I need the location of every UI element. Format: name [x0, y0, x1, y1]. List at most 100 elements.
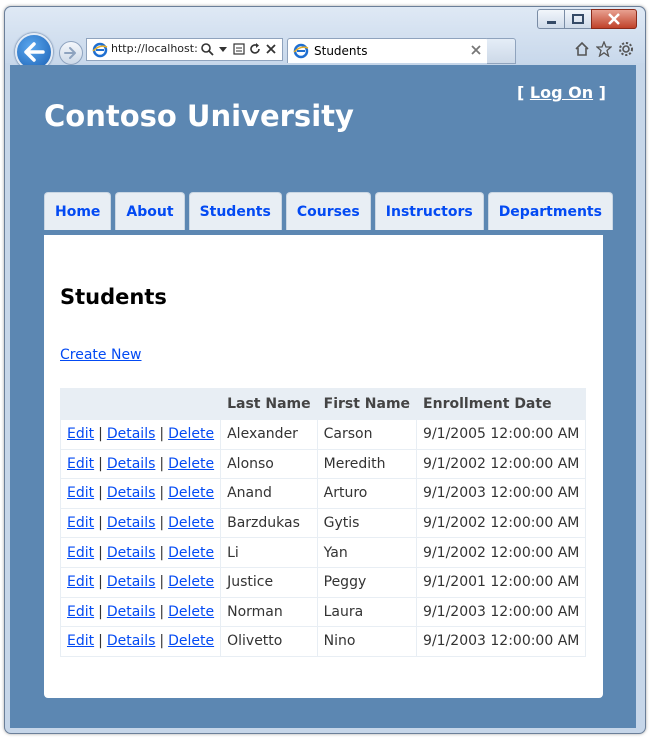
table-row: Edit | Details | Delete Alonso Meredith 9/1/… — [59, 448, 587, 480]
ie-logo-icon — [293, 43, 309, 59]
menu-item-students[interactable]: Students — [188, 192, 282, 230]
menu-item-departments[interactable]: Departments — [487, 192, 613, 230]
delete-link[interactable]: Delete — [168, 485, 214, 501]
row-actions: Edit | Details | Delete — [59, 596, 222, 628]
refresh-icon[interactable] — [247, 41, 263, 57]
address-text: http://localhost: — [111, 42, 198, 55]
edit-link[interactable]: Edit — [67, 633, 94, 649]
last-name-cell: Barzdukas — [220, 507, 318, 539]
logon-bracket-close: ] — [598, 83, 606, 102]
action-separator: | — [159, 515, 165, 532]
action-separator: | — [98, 544, 103, 561]
action-separator: | — [98, 603, 103, 620]
home-icon[interactable] — [571, 40, 593, 58]
forward-button[interactable] — [59, 41, 83, 65]
delete-link[interactable]: Delete — [168, 426, 214, 442]
menu-item-home[interactable]: Home — [44, 192, 112, 230]
logon-bracket-open: [ — [517, 83, 525, 102]
row-actions: Edit | Details | Delete — [59, 448, 222, 480]
first-name-column-header: First Name — [316, 388, 418, 420]
close-window-button[interactable] — [591, 9, 637, 29]
last-name-cell: Justice — [220, 566, 318, 598]
browser-window: http://localhost: Students [ Log On ] Co… — [4, 6, 646, 734]
first-name-cell: Yan — [316, 537, 418, 568]
table-row: Edit | Details | Delete Olivetto Nino 9/1/20… — [59, 626, 587, 657]
maximize-button[interactable] — [564, 9, 592, 29]
row-actions: Edit | Details | Delete — [59, 626, 222, 657]
menu-item-courses[interactable]: Courses — [285, 192, 371, 230]
first-name-cell: Meredith — [316, 448, 418, 480]
details-link[interactable]: Details — [107, 545, 156, 561]
row-actions: Edit | Details | Delete — [59, 419, 222, 450]
window-controls — [537, 9, 637, 29]
address-bar[interactable]: http://localhost: — [86, 38, 283, 61]
enrollment-date-cell: 9/1/2005 12:00:00 AM — [416, 419, 587, 450]
table-row: Edit | Details | Delete Justice Peggy 9/1/20… — [59, 566, 587, 598]
browser-tab-students[interactable]: Students — [287, 38, 489, 63]
edit-link[interactable]: Edit — [67, 426, 94, 442]
ie-logo-icon — [92, 42, 108, 58]
action-separator: | — [98, 455, 103, 472]
enrollment-date-cell: 9/1/2002 12:00:00 AM — [416, 448, 587, 480]
new-tab-button[interactable] — [487, 38, 516, 64]
row-actions: Edit | Details | Delete — [59, 507, 222, 539]
settings-gear-icon[interactable] — [615, 40, 637, 58]
delete-link[interactable]: Delete — [168, 604, 214, 620]
menu-item-about[interactable]: About — [115, 192, 185, 230]
edit-link[interactable]: Edit — [67, 456, 94, 472]
stop-icon[interactable] — [263, 41, 279, 57]
enrollment-date-cell: 9/1/2003 12:00:00 AM — [416, 626, 587, 657]
details-link[interactable]: Details — [107, 515, 156, 531]
row-actions: Edit | Details | Delete — [59, 537, 222, 568]
details-link[interactable]: Details — [107, 604, 156, 620]
favorites-star-icon[interactable] — [593, 40, 615, 58]
table-row: Edit | Details | Delete Li Yan 9/1/2002 12:0… — [59, 537, 587, 568]
minimize-button[interactable] — [537, 9, 565, 29]
menu-item-instructors[interactable]: Instructors — [374, 192, 484, 230]
first-name-cell: Peggy — [316, 566, 418, 598]
edit-link[interactable]: Edit — [67, 574, 94, 590]
enrollment-date-cell: 9/1/2003 12:00:00 AM — [416, 596, 587, 628]
details-link[interactable]: Details — [107, 456, 156, 472]
page-viewport: [ Log On ] Contoso University Home About… — [10, 65, 636, 728]
tab-close-icon[interactable] — [470, 44, 482, 56]
compatibility-view-icon[interactable] — [231, 41, 247, 57]
details-link[interactable]: Details — [107, 574, 156, 590]
delete-link[interactable]: Delete — [168, 633, 214, 649]
edit-link[interactable]: Edit — [67, 545, 94, 561]
delete-link[interactable]: Delete — [168, 574, 214, 590]
row-actions: Edit | Details | Delete — [59, 566, 222, 598]
details-link[interactable]: Details — [107, 485, 156, 501]
edit-link[interactable]: Edit — [67, 515, 94, 531]
last-name-column-header: Last Name — [220, 388, 318, 420]
dropdown-arrow-icon[interactable] — [215, 41, 231, 57]
table-row: Edit | Details | Delete Alexander Carson 9/1… — [59, 419, 587, 450]
students-table: Last Name First Name Enrollment Date Edi… — [59, 388, 587, 657]
action-separator: | — [159, 426, 165, 443]
delete-link[interactable]: Delete — [168, 456, 214, 472]
enrollment-date-cell: 9/1/2003 12:00:00 AM — [416, 478, 587, 509]
first-name-cell: Arturo — [316, 478, 418, 509]
delete-link[interactable]: Delete — [168, 545, 214, 561]
logon-area: [ Log On ] — [517, 83, 606, 102]
back-arrow-icon — [24, 42, 45, 62]
action-separator: | — [98, 485, 103, 502]
last-name-cell: Norman — [220, 596, 318, 628]
log-on-link[interactable]: Log On — [530, 83, 593, 102]
action-separator: | — [98, 515, 103, 532]
edit-link[interactable]: Edit — [67, 604, 94, 620]
search-icon[interactable] — [199, 41, 215, 57]
action-separator: | — [159, 485, 165, 502]
enrollment-date-cell: 9/1/2002 12:00:00 AM — [416, 507, 587, 539]
action-separator: | — [159, 544, 165, 561]
forward-arrow-icon — [64, 47, 76, 59]
delete-link[interactable]: Delete — [168, 515, 214, 531]
edit-link[interactable]: Edit — [67, 485, 94, 501]
details-link[interactable]: Details — [107, 633, 156, 649]
action-separator: | — [159, 455, 165, 472]
first-name-cell: Carson — [316, 419, 418, 450]
last-name-cell: Li — [220, 537, 318, 568]
details-link[interactable]: Details — [107, 426, 156, 442]
create-new-link[interactable]: Create New — [60, 347, 142, 363]
first-name-cell: Laura — [316, 596, 418, 628]
